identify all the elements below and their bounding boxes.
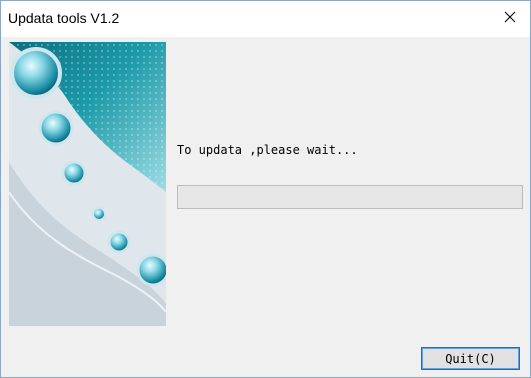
quit-button[interactable]: Quit(C) (421, 347, 520, 370)
close-button[interactable] (490, 1, 530, 33)
update-dialog: Updata tools V1.2 To updata ,please wait… (0, 0, 531, 378)
status-message: To updata ,please wait... (177, 143, 358, 157)
glass-orbs-illustration (9, 42, 166, 326)
progress-bar (177, 185, 523, 209)
title-bar[interactable]: Updata tools V1.2 (1, 1, 530, 37)
banner-image (9, 42, 166, 326)
window-title: Updata tools V1.2 (8, 10, 120, 26)
close-icon (504, 11, 516, 23)
